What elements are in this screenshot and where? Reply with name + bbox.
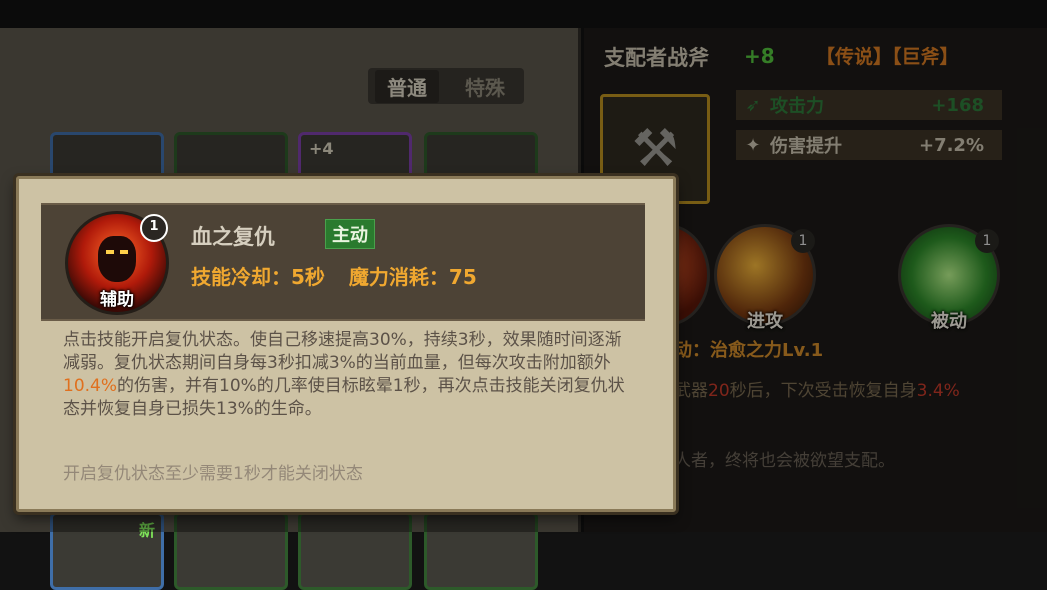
skill-stats: 技能冷却：5秒 魔力消耗：75 xyxy=(191,261,477,290)
eye-icon xyxy=(120,250,128,254)
skill-desc-part1: 点击技能开启复仇状态。使自己移速提高30%，持续3秒，效果随时间逐渐减弱。复仇状… xyxy=(63,330,622,373)
skill-name: 血之复仇 xyxy=(191,225,275,249)
skill-desc-highlight: 10.4% xyxy=(63,376,118,396)
skill-tooltip-header: 1 辅助 血之复仇 主动 技能冷却：5秒 魔力消耗：75 xyxy=(41,203,645,321)
skill-level-badge: 1 xyxy=(140,214,168,242)
blood-revenge-skill-icon: 1 辅助 xyxy=(65,211,169,315)
skill-mana-cost: 魔力消耗：75 xyxy=(348,265,477,289)
skill-cooldown: 技能冷却：5秒 xyxy=(191,265,325,289)
demon-face-icon xyxy=(98,236,136,282)
skill-category-label: 辅助 xyxy=(100,290,134,310)
eye-icon xyxy=(106,250,114,254)
skill-desc-part2: 的伤害，并有10%的几率使目标眩晕1秒，再次点击技能关闭复仇状态并恢复自身已损失… xyxy=(63,376,625,419)
skill-description: 点击技能开启复仇状态。使自己移速提高30%，持续3秒，效果随时间逐渐减弱。复仇状… xyxy=(63,329,629,421)
skill-tooltip: 1 辅助 血之复仇 主动 技能冷却：5秒 魔力消耗：75 点击技能开启复仇状态。使… xyxy=(16,176,676,512)
skill-note: 开启复仇状态至少需要1秒才能关闭状态 xyxy=(63,464,363,484)
skill-type-badge: 主动 xyxy=(325,219,375,249)
